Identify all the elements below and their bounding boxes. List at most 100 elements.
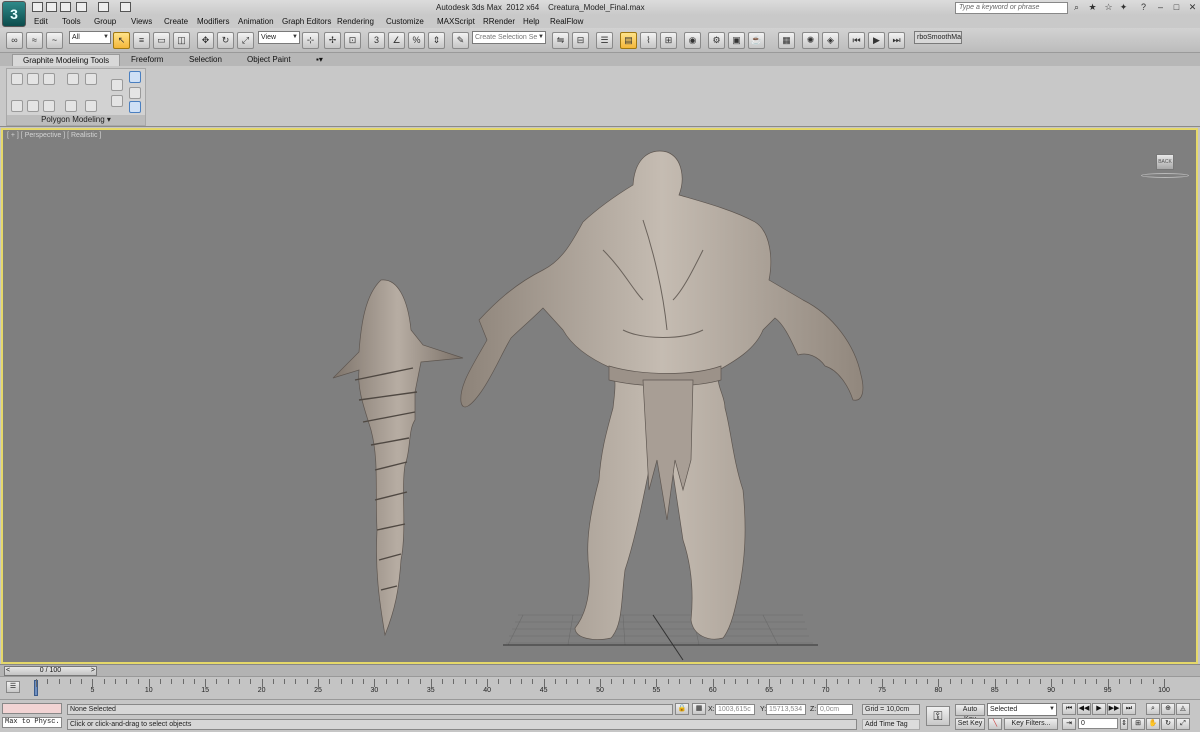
edit-named-selection-icon[interactable]: ✎ bbox=[452, 32, 469, 49]
link-icon[interactable]: ∞ bbox=[6, 32, 23, 49]
prev-key-icon[interactable]: ⏮ bbox=[848, 32, 865, 49]
tab-graphite-modeling-tools[interactable]: Graphite Modeling Tools bbox=[12, 54, 121, 66]
zoom-icon[interactable]: ⌕ bbox=[1146, 703, 1160, 715]
key-mode-toggle-icon[interactable]: ⇥ bbox=[1062, 718, 1076, 730]
app-logo-icon[interactable]: 3 bbox=[2, 1, 26, 27]
ribbon-options-icon[interactable]: ▪▾ bbox=[316, 54, 323, 66]
go-to-end-icon[interactable]: ⏭ bbox=[1122, 703, 1136, 715]
undo-icon[interactable] bbox=[76, 2, 87, 12]
tab-freeform[interactable]: Freeform bbox=[131, 54, 163, 66]
add-time-tag-button[interactable]: Add Time Tag bbox=[862, 719, 920, 730]
track-bar[interactable]: ☰ 5 10 15 20 25 30 35 40 45 50 55 60 65 70 75 80 85 90 95 1… bbox=[0, 676, 1200, 699]
menu-group[interactable]: Group bbox=[94, 17, 116, 26]
quickslice-icon[interactable] bbox=[111, 95, 123, 107]
curve-editor-icon[interactable]: ⌇ bbox=[640, 32, 657, 49]
new-file-icon[interactable] bbox=[32, 2, 43, 12]
z-coordinate-input[interactable]: 0,0cm bbox=[817, 704, 853, 715]
maximize-viewport-icon[interactable]: ⤢ bbox=[1176, 718, 1190, 730]
material-editor-icon[interactable]: ◉ bbox=[684, 32, 701, 49]
move-icon[interactable]: ✥ bbox=[197, 32, 214, 49]
tab-selection[interactable]: Selection bbox=[189, 54, 222, 66]
scene-export-icon[interactable]: ◈ bbox=[822, 32, 839, 49]
absolute-mode-icon[interactable]: ▦ bbox=[692, 703, 706, 715]
binoculars-icon[interactable]: ⌕ bbox=[1071, 2, 1082, 13]
spinner-snap-icon[interactable]: ⇕ bbox=[428, 32, 445, 49]
rectangular-selection-icon[interactable]: ▭ bbox=[153, 32, 170, 49]
save-icon[interactable] bbox=[60, 2, 71, 12]
edge-mode-icon[interactable] bbox=[27, 73, 39, 85]
y-coordinate-input[interactable]: 15713,534 bbox=[766, 704, 806, 715]
maxscript-mini-listener-top[interactable] bbox=[2, 703, 62, 714]
repeat-last-icon[interactable] bbox=[111, 79, 123, 91]
lock-selection-icon[interactable]: 🔒 bbox=[675, 703, 689, 715]
time-slider-next-button[interactable]: > bbox=[91, 667, 96, 675]
zoom-all-icon[interactable]: ⊕ bbox=[1161, 703, 1175, 715]
layer-manager-icon[interactable]: ☰ bbox=[596, 32, 613, 49]
cut-icon[interactable] bbox=[129, 87, 141, 99]
render-setup-icon[interactable]: ⚙ bbox=[708, 32, 725, 49]
modify-mode-icon[interactable] bbox=[43, 100, 55, 112]
play-script-icon[interactable]: ▶ bbox=[868, 32, 885, 49]
key-mode-dropdown[interactable]: Selected ▼ bbox=[987, 703, 1057, 716]
select-object-icon[interactable]: ↖ bbox=[113, 32, 130, 49]
project-folder-icon[interactable] bbox=[120, 2, 131, 12]
scale-icon[interactable]: ⤢ bbox=[237, 32, 254, 49]
polygon-modeling-dropdown[interactable]: Polygon Modeling ▾ bbox=[7, 115, 145, 125]
mirror-icon[interactable]: ⇋ bbox=[552, 32, 569, 49]
perspective-viewport[interactable]: [ + ] [ Perspective ] [ Realistic ] BACK bbox=[1, 128, 1198, 664]
render-production-icon[interactable]: ☕ bbox=[748, 32, 765, 49]
pivot-center-icon[interactable]: ⊹ bbox=[302, 32, 319, 49]
smooth-script-button[interactable]: rboSmoothMa bbox=[914, 31, 962, 44]
mini-curve-editor-icon[interactable]: ☰ bbox=[6, 681, 20, 693]
border-mode-icon[interactable] bbox=[43, 73, 55, 85]
favorites-icon[interactable]: ☆ bbox=[1103, 2, 1114, 13]
time-slider-thumb[interactable]: < 0 / 100 > bbox=[4, 666, 97, 676]
select-manipulate-icon[interactable]: ✢ bbox=[324, 32, 341, 49]
align-icon[interactable]: ⊟ bbox=[572, 32, 589, 49]
script-tool-icon[interactable]: ▦ bbox=[778, 32, 795, 49]
menu-customize[interactable]: Customize bbox=[386, 17, 424, 26]
graphite-toggle-icon[interactable]: ▤ bbox=[620, 32, 637, 49]
polygon-mode-icon[interactable] bbox=[67, 73, 79, 85]
vertex-mode-icon[interactable] bbox=[11, 73, 23, 85]
viewcube-compass[interactable] bbox=[1141, 173, 1189, 178]
menu-modifiers[interactable]: Modifiers bbox=[197, 17, 229, 26]
menu-maxscript[interactable]: MAXScript bbox=[437, 17, 475, 26]
rendered-frame-icon[interactable]: ▣ bbox=[728, 32, 745, 49]
ignore-backfacing-icon[interactable] bbox=[129, 101, 141, 113]
search-input[interactable]: Type a keyword or phrase bbox=[955, 2, 1068, 14]
redo-icon[interactable] bbox=[98, 2, 109, 12]
play-icon[interactable]: ▶ bbox=[1092, 703, 1106, 715]
rotate-icon[interactable]: ↻ bbox=[217, 32, 234, 49]
menu-tools[interactable]: Tools bbox=[62, 17, 81, 26]
viewport-label[interactable]: [ + ] [ Perspective ] [ Realistic ] bbox=[7, 132, 101, 139]
frame-spinner[interactable]: ⇕ bbox=[1120, 718, 1128, 730]
menu-views[interactable]: Views bbox=[131, 17, 152, 26]
orbit-icon[interactable]: ↻ bbox=[1161, 718, 1175, 730]
auto-key-button[interactable]: Auto Key bbox=[955, 704, 985, 723]
tab-object-paint[interactable]: Object Paint bbox=[247, 54, 291, 66]
set-key-icon[interactable]: ⚿ bbox=[926, 706, 950, 726]
menu-animation[interactable]: Animation bbox=[238, 17, 274, 26]
window-crossing-icon[interactable]: ◫ bbox=[173, 32, 190, 49]
subscription-icon[interactable]: ★ bbox=[1087, 2, 1098, 13]
element-mode-icon[interactable] bbox=[85, 73, 97, 85]
keyboard-shortcut-icon[interactable]: ⊡ bbox=[344, 32, 361, 49]
schematic-view-icon[interactable]: ⊞ bbox=[660, 32, 677, 49]
next-frame-icon[interactable]: ▶▶ bbox=[1107, 703, 1121, 715]
menu-rendering[interactable]: Rendering bbox=[337, 17, 374, 26]
field-of-view-icon[interactable]: ◬ bbox=[1176, 703, 1190, 715]
realflow-icon[interactable]: ✺ bbox=[802, 32, 819, 49]
settings-icon[interactable] bbox=[85, 100, 97, 112]
set-key-filter-icon[interactable]: ╲ bbox=[988, 718, 1002, 730]
set-key-button[interactable]: Set Key bbox=[955, 718, 985, 730]
time-configuration-icon[interactable]: ⊞ bbox=[1131, 718, 1145, 730]
maxscript-mini-listener[interactable]: Max to Physc. bbox=[2, 717, 62, 728]
reference-coordinate-dropdown[interactable]: View ▼ bbox=[258, 31, 300, 44]
go-to-start-icon[interactable]: ⏮ bbox=[1062, 703, 1076, 715]
preserve-uvs-icon[interactable] bbox=[65, 100, 77, 112]
bind-spacewarp-icon[interactable]: ~ bbox=[46, 32, 63, 49]
angle-snap-icon[interactable]: ∠ bbox=[388, 32, 405, 49]
key-filters-button[interactable]: Key Filters... bbox=[1004, 718, 1058, 730]
selection-filter-dropdown[interactable]: All ▼ bbox=[69, 31, 111, 44]
